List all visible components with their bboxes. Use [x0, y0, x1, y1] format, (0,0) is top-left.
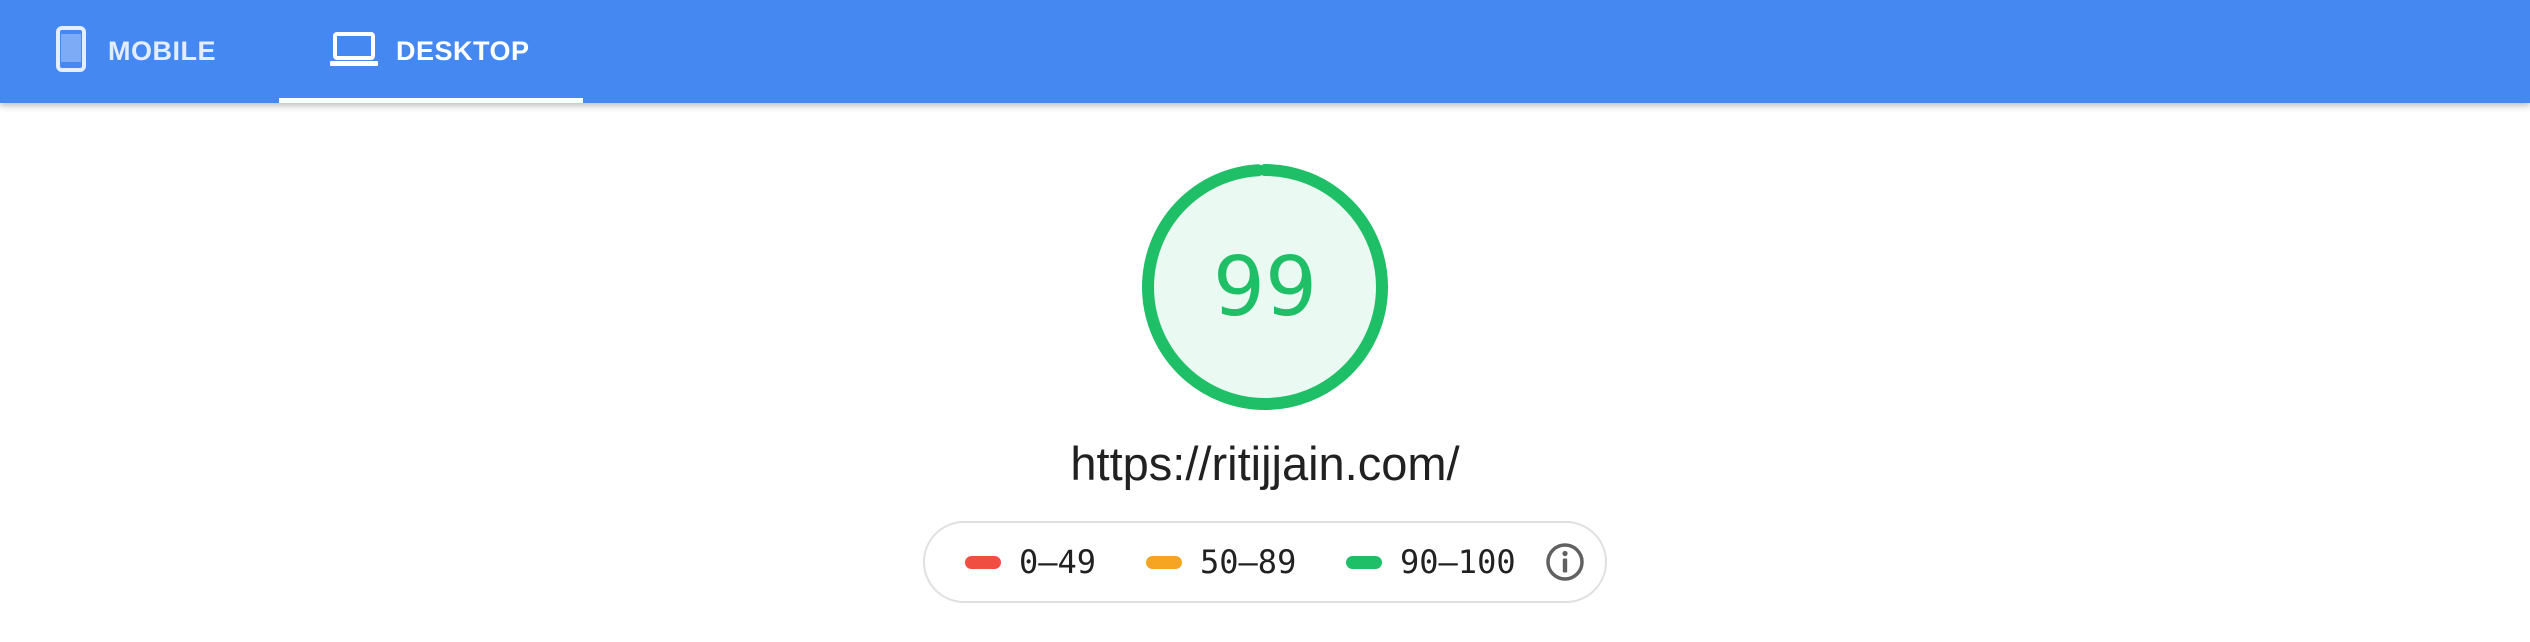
legend-item-fail: 0–49 [965, 523, 1096, 601]
tab-desktop-label: DESKTOP [396, 36, 530, 66]
tab-desktop[interactable]: DESKTOP [330, 0, 530, 103]
report-header-bar: MOBILE DESKTOP [0, 0, 2530, 103]
legend-range-average: 50–89 [1200, 543, 1297, 581]
laptop-icon [330, 31, 378, 72]
legend-swatch-pass [1346, 555, 1382, 569]
legend-item-pass: 90–100 [1346, 523, 1516, 601]
tested-url: https://ritijjain.com/ [1070, 437, 1460, 490]
performance-score-gauge: 99 [1142, 164, 1388, 410]
legend-swatch-fail [965, 555, 1001, 569]
tab-mobile[interactable]: MOBILE [56, 0, 216, 103]
tab-mobile-label: MOBILE [108, 36, 216, 66]
info-icon[interactable] [1545, 542, 1585, 582]
legend-item-average: 50–89 [1146, 523, 1296, 601]
score-value: 99 [1212, 239, 1318, 335]
legend-range-fail: 0–49 [1019, 543, 1097, 581]
score-scale-legend: 0–49 50–89 90–100 [923, 521, 1607, 603]
mobile-phone-icon [56, 26, 86, 77]
legend-range-pass: 90–100 [1400, 543, 1516, 581]
selected-tab-indicator [279, 98, 583, 103]
legend-swatch-average [1146, 555, 1182, 569]
